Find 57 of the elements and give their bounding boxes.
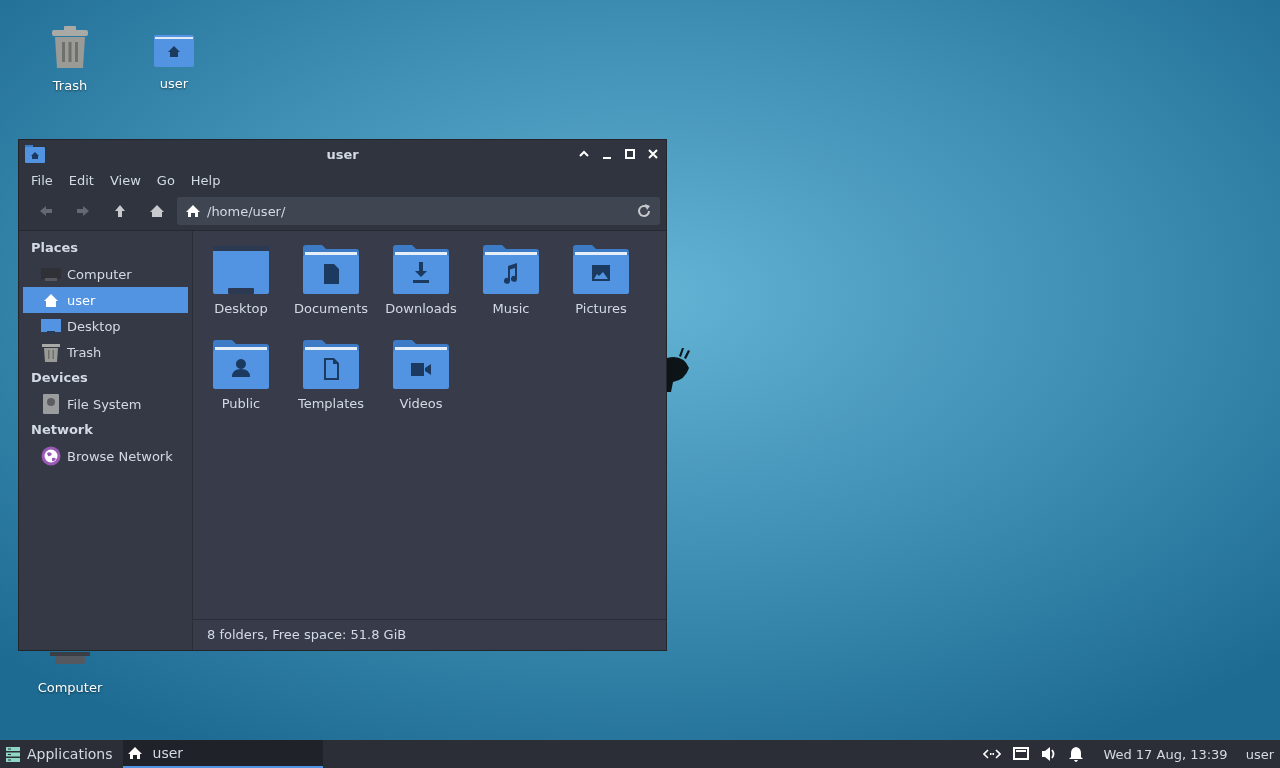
mouse-drawing	[667, 346, 691, 394]
folder-icon	[392, 244, 450, 296]
sidebar-heading: Devices	[30, 369, 89, 387]
folder-icon	[25, 145, 45, 163]
folder-icon	[302, 339, 360, 391]
bell-icon[interactable]	[1069, 746, 1084, 762]
folder-item[interactable]: Documents	[286, 244, 376, 339]
desktop-icon-label: Trash	[52, 78, 88, 93]
home-icon	[126, 745, 143, 761]
taskbar-window-button[interactable]: user	[122, 740, 323, 768]
display-icon[interactable]	[1013, 747, 1030, 761]
right-arrow-icon	[74, 203, 91, 219]
user-name[interactable]: user	[1245, 746, 1274, 762]
folder-item[interactable]: Templates	[286, 339, 376, 434]
folder-item[interactable]: Public	[196, 339, 286, 434]
home-icon	[185, 203, 201, 219]
desktop-icon-label: user	[159, 76, 189, 91]
folder-icon	[572, 244, 630, 296]
computer-icon	[41, 266, 61, 282]
folder-item[interactable]: Pictures	[556, 244, 646, 339]
folder-icon	[302, 244, 360, 296]
sidebar-heading: Network	[30, 421, 94, 439]
folder-item[interactable]: Music	[466, 244, 556, 339]
applications-menu-button[interactable]: Applications	[0, 740, 117, 768]
folder-icon	[392, 339, 450, 391]
sidebar-item[interactable]: Desktop	[23, 313, 188, 339]
close-icon[interactable]	[646, 147, 660, 161]
window-title: user	[326, 146, 359, 162]
menu-item[interactable]: Help	[182, 172, 229, 188]
folder-item[interactable]: Desktop	[196, 244, 286, 339]
home-icon	[148, 203, 165, 219]
folder-icon	[482, 244, 540, 296]
sidebar-item[interactable]: File System	[23, 391, 188, 417]
sidebar-item[interactable]: Browse Network	[23, 443, 188, 469]
folder-icon	[212, 244, 270, 296]
menu-item[interactable]: File	[23, 172, 61, 188]
folder-icon	[212, 339, 270, 391]
reload-icon[interactable]	[636, 203, 652, 219]
menu-item[interactable]: Go	[148, 172, 183, 188]
home-folder-icon[interactable]	[153, 34, 195, 68]
sidebar-item[interactable]: Trash	[23, 339, 188, 365]
menu-icon	[6, 746, 20, 762]
maximize-icon[interactable]	[623, 147, 637, 161]
folder-item[interactable]: Videos	[376, 339, 466, 434]
globe-icon	[41, 446, 61, 466]
desktop-icon-label: Computer	[37, 680, 103, 695]
clock[interactable]: Wed 17 Aug, 13:39	[1103, 746, 1228, 762]
trash-icon	[41, 342, 61, 362]
network-icon[interactable]	[983, 748, 1002, 760]
folder-item[interactable]: Downloads	[376, 244, 466, 339]
menu-item[interactable]: View	[101, 172, 149, 188]
sidebar-item[interactable]: Computer	[23, 261, 188, 287]
desktop-icon	[41, 318, 61, 334]
drive-icon	[41, 394, 61, 414]
menu-item[interactable]: Edit	[60, 172, 102, 188]
location-field[interactable]: /home/user/	[177, 197, 660, 225]
sidebar-heading: Places	[30, 239, 80, 257]
